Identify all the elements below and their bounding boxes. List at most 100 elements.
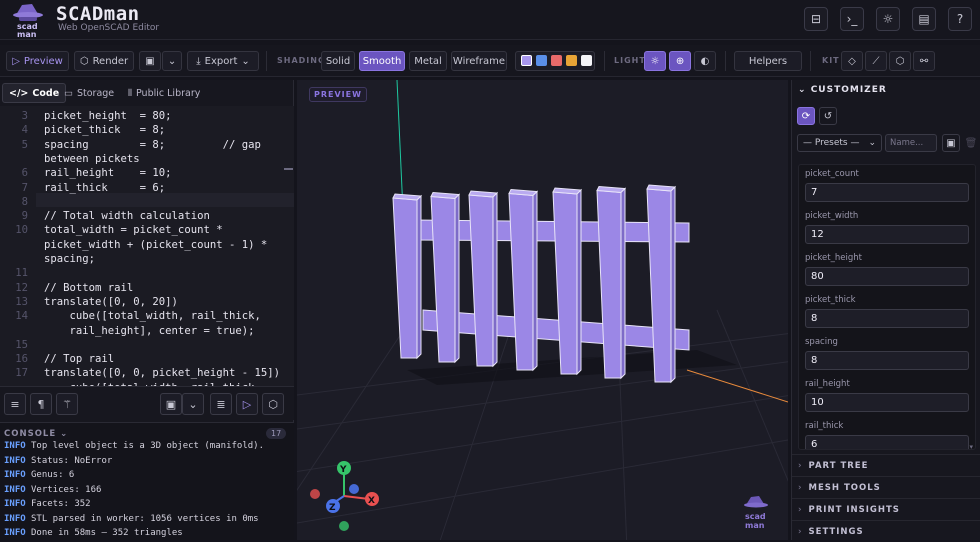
sync-button[interactable]: ⟳ [797, 107, 815, 125]
svg-text:man: man [745, 521, 765, 530]
editor-save-menu[interactable]: ⌄ [182, 393, 204, 415]
save-button[interactable]: ▣ [139, 51, 161, 71]
wrap-button[interactable]: ≡ [4, 393, 26, 415]
light-sun-button[interactable]: ☼ [644, 51, 666, 71]
presets-select[interactable]: — Presets — ⌄ [797, 134, 882, 152]
shading-wireframe[interactable]: Wireframe [451, 51, 507, 71]
line-number: 9 [21, 210, 28, 223]
magic-button[interactable]: ⚚ [56, 393, 78, 415]
watermark-logo: scad man [744, 496, 768, 530]
chevron-right-icon: › [798, 460, 803, 471]
swatch-blue[interactable] [536, 55, 547, 66]
tab-public-library[interactable]: ⫴ Public Library [122, 83, 206, 103]
swatch-orange[interactable] [566, 55, 577, 66]
preset-name-input[interactable]: Name... [885, 134, 937, 152]
scroll-down-icon[interactable]: ▾ [969, 443, 973, 449]
docs-button[interactable]: ▤ [912, 7, 936, 31]
chevron-down-icon: ⌄ [868, 138, 876, 148]
axis-gizmo[interactable]: Y X Z [310, 461, 379, 531]
param-input[interactable]: 80 [805, 267, 969, 286]
param-input[interactable]: 10 [805, 393, 969, 412]
collapse-icon[interactable]: ⌄ [60, 429, 68, 439]
tab-code[interactable]: </> Code [2, 83, 67, 103]
sun-icon: ☼ [882, 12, 894, 26]
editor-run-button[interactable]: ▷ [236, 393, 258, 415]
app-brand: SCADman [56, 3, 140, 25]
kit-diamond-button[interactable]: ◇ [841, 51, 863, 71]
light-globe-button[interactable]: ⊕ [669, 51, 691, 71]
save-icon: ▣ [946, 137, 956, 149]
format-button[interactable]: ¶ [30, 393, 52, 415]
render-button[interactable]: ⬡ Render [74, 51, 134, 71]
export-dropdown[interactable]: ⤓ Export ⌄ [187, 51, 259, 71]
swatch-red[interactable] [551, 55, 562, 66]
code-line: total_width = picket_count * [44, 224, 223, 237]
log-message: Genus: 6 [31, 470, 75, 480]
terminal-button[interactable]: ›_ [840, 7, 864, 31]
log-message: Vertices: 166 [31, 484, 102, 495]
fence-picket-side [620, 187, 626, 380]
code-editor[interactable]: 3 picket_height = 80; 4 picket_thick = 8; 5 s… [0, 106, 294, 386]
helpers-dropdown[interactable]: Helpers [734, 51, 802, 71]
param-input[interactable]: 7 [805, 183, 969, 202]
panel-toggle-button[interactable]: ⊟ [804, 7, 828, 31]
param-input[interactable]: 8 [805, 351, 969, 370]
section-print-insights[interactable]: › PRINT INSIGHTS [792, 498, 980, 520]
preview-button[interactable]: ▷ Preview [6, 51, 69, 71]
editor-render-button[interactable]: ⬡ [262, 393, 284, 415]
download-icon: ⤓ [196, 55, 201, 67]
code-line: rail_height], center = true); [44, 324, 255, 337]
swatch-white[interactable] [581, 55, 592, 66]
fence-picket [468, 194, 494, 367]
chevron-right-icon: › [798, 482, 803, 493]
code-line: rail_height = 10; [44, 167, 172, 180]
svg-text:Y: Y [339, 465, 347, 475]
save-menu-button[interactable]: ⌄ [162, 51, 182, 71]
contrast-icon: ◐ [700, 55, 710, 67]
reset-button[interactable]: ↺ [819, 107, 837, 125]
chevron-down-icon: ⌄ [241, 55, 250, 67]
param-input[interactable]: 6 [805, 435, 969, 449]
swatch-lavender[interactable] [521, 55, 532, 66]
section-mesh-tools[interactable]: › MESH TOOLS [792, 476, 980, 498]
line-number: 14 [15, 310, 28, 323]
line-number: 11 [15, 267, 28, 280]
save-preset-button[interactable]: ▣ [942, 134, 960, 152]
console-line: INFO Status: NoError [4, 456, 112, 466]
shading-smooth[interactable]: Smooth [359, 51, 405, 71]
param-input[interactable]: 8 [805, 309, 969, 328]
log-level: INFO [4, 470, 26, 480]
kit-link-button[interactable]: ⚯ [913, 51, 935, 71]
param-label: picket_width [805, 211, 859, 221]
help-button[interactable]: ? [948, 7, 972, 31]
delete-preset-button[interactable]: 🗑 [962, 134, 980, 152]
3d-viewport[interactable]: Y X Z scad man PREVIEW [297, 80, 788, 540]
log-message: Status: NoError [31, 455, 113, 466]
section-part-tree[interactable]: › PART TREE [792, 454, 980, 476]
theme-button[interactable]: ☼ [876, 7, 900, 31]
svg-text:man: man [17, 30, 37, 38]
line-number: 10 [15, 224, 28, 237]
terminal-icon: ›_ [846, 12, 858, 26]
line-number: 12 [15, 281, 28, 294]
kit-box-button[interactable]: ⬡ [889, 51, 911, 71]
param-input[interactable]: 12 [805, 225, 969, 244]
shading-metal[interactable]: Metal [409, 51, 447, 71]
fence-model [392, 184, 690, 384]
chevron-down-icon: ⌄ [188, 397, 198, 411]
storage-icon: ▭ [64, 87, 73, 99]
section-settings[interactable]: › SETTINGS [792, 520, 980, 542]
console-panel: CONSOLE ⌄ 17 INFO Top level object is a 3… [0, 422, 294, 540]
database-button[interactable]: ≣ [210, 393, 232, 415]
light-contrast-button[interactable]: ◐ [694, 51, 716, 71]
param-label: spacing [805, 337, 838, 347]
shading-solid[interactable]: Solid [321, 51, 355, 71]
kit-ruler-button[interactable]: ⟋ [865, 51, 887, 71]
line-number: 7 [21, 181, 28, 194]
customizer-header[interactable]: ⌄ CUSTOMIZER [798, 85, 887, 95]
fence-bottom-rail [422, 309, 690, 351]
editor-save-button[interactable]: ▣ [160, 393, 182, 415]
tab-storage[interactable]: ▭ Storage [58, 83, 120, 103]
code-line: cube([total_width, rail_thick, [44, 310, 261, 323]
param-label: rail_height [805, 379, 850, 389]
